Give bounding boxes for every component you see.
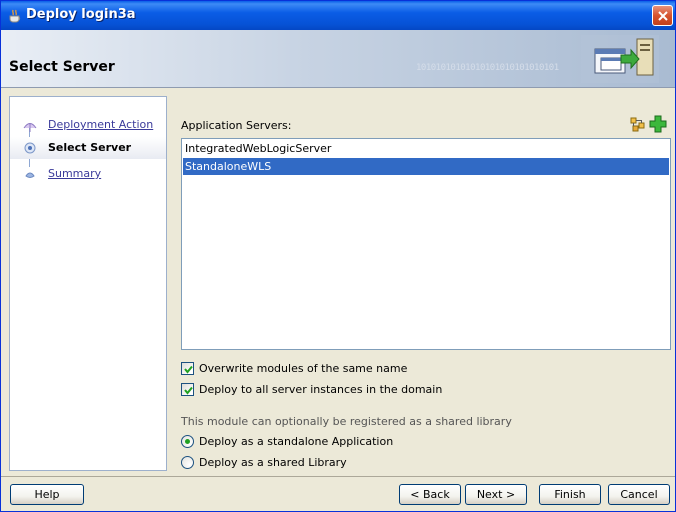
overwrite-modules-label[interactable]: Overwrite modules of the same name xyxy=(199,362,407,375)
checkmark-icon xyxy=(184,386,193,395)
deploy-standalone-label[interactable]: Deploy as a standalone Application xyxy=(199,435,393,448)
nav-item-select-server[interactable]: Select Server xyxy=(10,137,166,159)
title-bar[interactable]: Deploy login3a xyxy=(1,1,675,30)
nav-item-label[interactable]: Summary xyxy=(48,167,101,180)
nav-item-label[interactable]: Deployment Action xyxy=(48,118,153,131)
oracle-cup-icon xyxy=(7,8,23,24)
radio-selected-dot xyxy=(185,439,190,444)
overwrite-modules-checkbox[interactable] xyxy=(181,362,194,375)
close-button[interactable] xyxy=(652,5,673,26)
server-list[interactable]: IntegratedWebLogicServer StandaloneWLS xyxy=(181,138,671,350)
wizard-header: Select Server 10101010101010101010101010… xyxy=(1,30,675,88)
back-button[interactable]: < Back xyxy=(399,484,461,505)
deploy-all-instances-checkbox[interactable] xyxy=(181,383,194,396)
next-button[interactable]: Next > xyxy=(465,484,527,505)
window-title: Deploy login3a xyxy=(26,7,136,22)
deploy-dialog: Deploy login3a Select Server 10101010101… xyxy=(0,0,676,512)
browse-servers-icon[interactable] xyxy=(629,115,647,133)
list-item[interactable]: IntegratedWebLogicServer xyxy=(183,140,669,157)
main-panel: Application Servers: IntegratedWebLogicS… xyxy=(169,96,673,474)
checkmark-icon xyxy=(184,365,193,374)
nav-item-deployment-action[interactable]: Deployment Action xyxy=(10,114,166,136)
shared-library-hint: This module can optionally be registered… xyxy=(181,415,512,428)
deploy-standalone-radio[interactable] xyxy=(181,435,194,448)
page-title: Select Server xyxy=(9,59,115,75)
help-button[interactable]: Help xyxy=(10,484,84,505)
close-icon xyxy=(658,11,668,21)
cancel-button[interactable]: Cancel xyxy=(608,484,670,505)
footer-divider xyxy=(1,476,675,477)
step-current-icon xyxy=(24,142,36,154)
deploy-all-instances-label[interactable]: Deploy to all server instances in the do… xyxy=(199,383,442,396)
step-visited-icon xyxy=(23,123,37,132)
nav-item-label[interactable]: Select Server xyxy=(48,141,131,154)
list-item-selected[interactable]: StandaloneWLS xyxy=(183,158,669,175)
deploy-shared-library-radio[interactable] xyxy=(181,456,194,469)
nav-item-summary[interactable]: Summary xyxy=(10,163,166,185)
wizard-step-nav: Deployment Action Select Server Summary xyxy=(9,96,167,471)
application-servers-label: Application Servers: xyxy=(181,119,292,132)
step-pending-icon xyxy=(25,172,35,178)
deploy-shared-library-label[interactable]: Deploy as a shared Library xyxy=(199,456,347,469)
header-binary-decoration: 10101010101010101010101010101 xyxy=(416,63,559,73)
add-server-icon[interactable] xyxy=(649,115,667,133)
deploy-server-icon xyxy=(581,35,659,83)
finish-button[interactable]: Finish xyxy=(539,484,601,505)
